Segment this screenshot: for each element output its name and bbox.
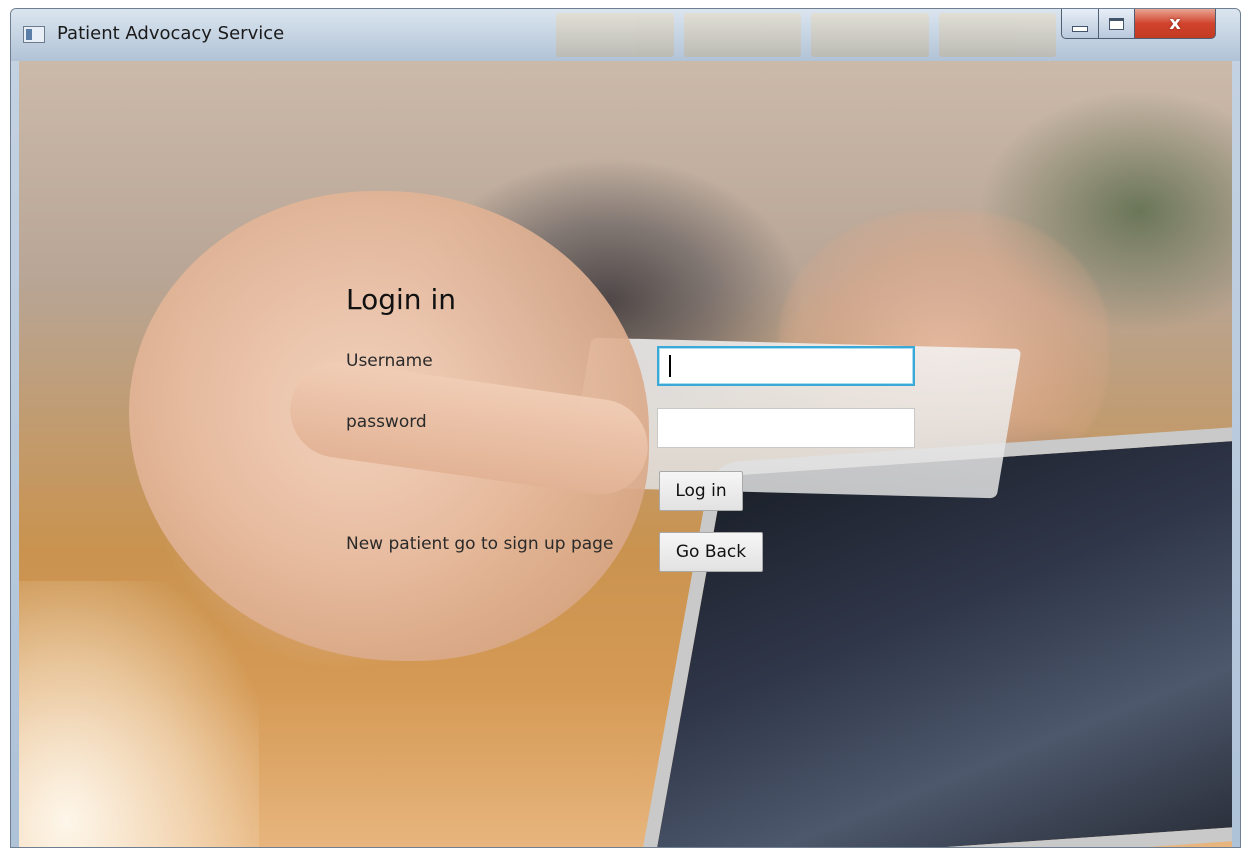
close-button[interactable]: x xyxy=(1134,9,1216,39)
username-label: Username xyxy=(346,351,433,371)
title-bar[interactable]: Patient Advocacy Service x xyxy=(11,9,1240,61)
maximize-icon xyxy=(1109,17,1124,30)
maximize-button[interactable] xyxy=(1098,9,1135,39)
login-button[interactable]: Log in xyxy=(659,471,743,511)
text-caret xyxy=(669,355,671,377)
username-input[interactable] xyxy=(657,346,915,386)
new-patient-label: New patient go to sign up page xyxy=(346,534,614,554)
password-label: password xyxy=(346,412,427,432)
close-icon: x xyxy=(1169,13,1181,34)
login-view: Login in Username password Log in New pa… xyxy=(19,61,1232,847)
password-input[interactable] xyxy=(657,408,915,448)
app-icon xyxy=(23,26,45,43)
background-taskbar-blur xyxy=(556,13,1056,57)
login-title: Login in xyxy=(346,283,456,316)
minimize-icon xyxy=(1072,25,1088,32)
go-back-button[interactable]: Go Back xyxy=(659,532,763,572)
window-title: Patient Advocacy Service xyxy=(57,23,285,44)
minimize-button[interactable] xyxy=(1061,9,1099,39)
app-window: Patient Advocacy Service x Login in User… xyxy=(10,8,1241,848)
